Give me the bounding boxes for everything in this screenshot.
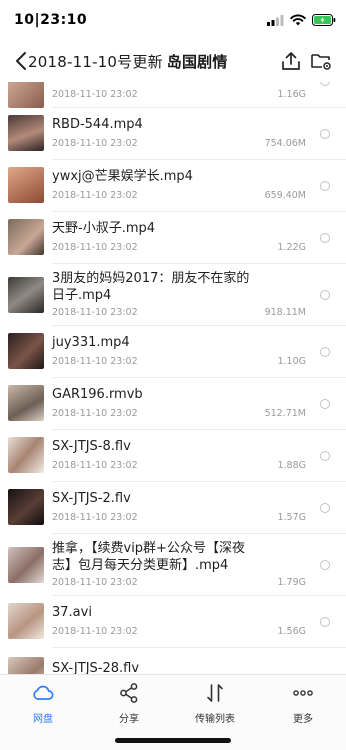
file-date: 2018-11-10 23:02	[52, 138, 138, 149]
file-date: 2018-11-10 23:02	[52, 190, 138, 201]
video-thumbnail	[8, 437, 44, 473]
status-bar: 10|23:10	[0, 0, 346, 40]
folder-name-label: 岛国剧情	[166, 53, 228, 71]
video-thumbnail	[8, 219, 44, 255]
tab-label: 传输列表	[195, 714, 235, 725]
file-size: 1.16G	[277, 89, 306, 100]
list-item[interactable]: RBD-544.mp4 2018-11-10 23:02 754.06M	[0, 108, 346, 160]
select-radio[interactable]	[320, 503, 330, 513]
file-date: 2018-11-10 23:02	[52, 408, 138, 419]
tab-label: 分享	[119, 714, 139, 725]
tab-share[interactable]: 分享	[86, 681, 172, 725]
file-name-line-1: 3朋友的妈妈2017：朋友不在家的	[52, 271, 250, 286]
file-size: 918.11M	[264, 307, 306, 318]
upload-icon	[282, 52, 300, 70]
wifi-icon	[290, 11, 306, 30]
transfer-icon	[207, 684, 223, 702]
tab-label: 更多	[293, 714, 313, 725]
status-icons	[267, 13, 336, 27]
file-name-line-2: 日子.mp4	[52, 288, 112, 303]
file-size: 1.57G	[277, 512, 306, 523]
file-name: SX-JTJS-8.flv	[52, 439, 131, 454]
list-item[interactable]: GAR196.rmvb 2018-11-10 23:02 512.71M	[0, 378, 346, 430]
select-radio[interactable]	[320, 617, 330, 627]
file-name: GAR196.rmvb	[52, 387, 143, 402]
file-size: 512.71M	[264, 408, 306, 419]
select-radio[interactable]	[320, 451, 330, 461]
file-name: SX-JTJS-28.flv	[52, 661, 140, 674]
video-thumbnail	[8, 385, 44, 421]
share-icon	[120, 683, 138, 703]
file-size: 1.79G	[277, 577, 306, 588]
select-radio[interactable]	[320, 233, 330, 243]
video-thumbnail	[8, 277, 44, 313]
list-item[interactable]: 天野-小叔子.mp4 2018-11-10 23:02 1.22G	[0, 212, 346, 264]
select-radio[interactable]	[320, 181, 330, 191]
battery-icon	[312, 11, 336, 30]
select-radio[interactable]	[320, 347, 330, 357]
path-date-label: 2018-11-10号更新	[28, 53, 163, 71]
page-title: 2018-11-10号更新 岛国剧情	[28, 51, 228, 72]
file-date: 2018-11-10 23:02	[52, 356, 138, 367]
file-name: 天野-小叔子.mp4	[52, 221, 156, 236]
folder-settings-icon	[311, 54, 331, 70]
video-thumbnail	[8, 82, 44, 108]
video-thumbnail	[8, 489, 44, 525]
select-radio[interactable]	[320, 399, 330, 409]
file-size: 1.10G	[277, 356, 306, 367]
list-item[interactable]: SX-JTJS-2.flv 2018-11-10 23:02 1.57G	[0, 482, 346, 534]
file-date: 2018-11-10 23:02	[52, 89, 138, 100]
file-size: 1.22G	[277, 242, 306, 253]
signal-icon	[267, 11, 284, 30]
file-date: 2018-11-10 23:02	[52, 577, 138, 588]
select-radio[interactable]	[320, 129, 330, 139]
select-radio[interactable]	[320, 560, 330, 570]
file-name: juy331.mp4	[52, 335, 130, 350]
list-item[interactable]: juy331.mp4 2018-11-10 23:02 1.10G	[0, 326, 346, 378]
video-thumbnail	[8, 603, 44, 639]
file-name: RBD-544.mp4	[52, 117, 143, 132]
file-date: 2018-11-10 23:02	[52, 626, 138, 637]
cloud-icon	[33, 685, 54, 700]
nav-bar: 2018-11-10号更新 岛国剧情	[0, 40, 346, 82]
list-item[interactable]: SX-JTJS-8.flv 2018-11-10 23:02 1.88G	[0, 430, 346, 482]
chevron-left-icon	[16, 52, 26, 70]
video-thumbnail	[8, 115, 44, 151]
file-name-line-1: 推拿，【续费vip群+公众号【深夜	[52, 541, 245, 556]
file-size: 659.40M	[264, 190, 306, 201]
file-name-line-2: 志】包月每天分类更新】.mp4	[52, 558, 229, 573]
file-list[interactable]: 2018-11-10 23:02 1.16G RBD-544.mp4 2018-…	[0, 82, 346, 674]
file-date: 2018-11-10 23:02	[52, 307, 138, 318]
select-radio[interactable]	[320, 82, 330, 86]
file-name: ywxj@芒果娱学长.mp4	[52, 169, 193, 184]
video-thumbnail	[8, 657, 44, 674]
tab-transfer-list[interactable]: 传输列表	[172, 681, 258, 725]
list-item[interactable]: 37.avi 2018-11-10 23:02 1.56G	[0, 596, 346, 648]
file-size: 1.88G	[277, 460, 306, 471]
list-item[interactable]: SX-JTJS-28.flv	[0, 648, 346, 674]
tab-label: 网盘	[33, 714, 53, 725]
upload-button[interactable]	[279, 49, 303, 73]
list-item[interactable]: 3朋友的妈妈2017：朋友不在家的 日子.mp4 2018-11-10 23:0…	[0, 264, 346, 326]
file-date: 2018-11-10 23:02	[52, 512, 138, 523]
more-icon	[293, 690, 313, 696]
folder-settings-button[interactable]	[309, 49, 333, 73]
tab-more[interactable]: 更多	[260, 681, 346, 725]
file-date: 2018-11-10 23:02	[52, 460, 138, 471]
video-thumbnail	[8, 167, 44, 203]
list-item[interactable]: 推拿，【续费vip群+公众号【深夜 志】包月每天分类更新】.mp4 2018-1…	[0, 534, 346, 596]
file-date: 2018-11-10 23:02	[52, 242, 138, 253]
file-size: 754.06M	[264, 138, 306, 149]
home-indicator	[115, 738, 231, 743]
file-size: 1.56G	[277, 626, 306, 637]
file-name: 37.avi	[52, 605, 92, 620]
list-item[interactable]: ywxj@芒果娱学长.mp4 2018-11-10 23:02 659.40M	[0, 160, 346, 212]
file-name: SX-JTJS-2.flv	[52, 491, 131, 506]
tab-cloud-drive[interactable]: 网盘	[0, 681, 86, 725]
video-thumbnail	[8, 333, 44, 369]
status-time: 10|23:10	[14, 12, 88, 28]
video-thumbnail	[8, 547, 44, 583]
select-radio[interactable]	[320, 290, 330, 300]
